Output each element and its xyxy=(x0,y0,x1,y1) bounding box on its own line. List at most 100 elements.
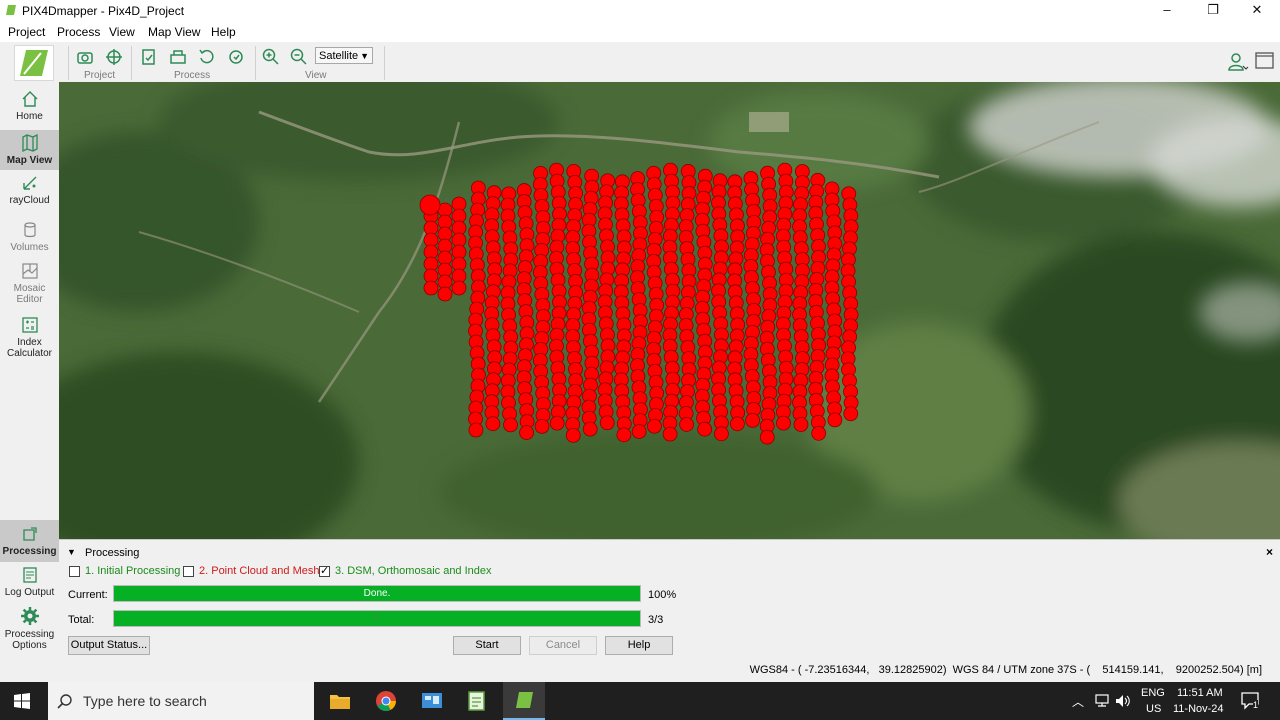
mosaic-editor-icon xyxy=(21,263,38,279)
volume-icon[interactable] xyxy=(1115,694,1131,708)
region-indicator[interactable]: US xyxy=(1146,703,1161,715)
camera-position-point[interactable] xyxy=(662,426,678,442)
sidebar-item-label: Log Output xyxy=(4,587,55,598)
cancel-button[interactable]: Cancel xyxy=(529,636,597,655)
step-3-label[interactable]: 3. DSM, Orthomosaic and Index xyxy=(335,565,492,577)
menu-bar: Project Process View Map View Help xyxy=(0,22,1280,42)
notepad-icon[interactable] xyxy=(466,690,488,712)
toolbar-group-project: Project xyxy=(84,70,116,81)
camera-position-point[interactable] xyxy=(419,194,441,216)
menu-map-view[interactable]: Map View xyxy=(148,25,200,39)
sidebar-item-processing-options[interactable]: Processing Options xyxy=(0,606,59,654)
language-indicator[interactable]: ENG xyxy=(1141,687,1165,699)
sidebar-item-mosaic-editor[interactable]: Mosaic Editor xyxy=(0,262,59,308)
menu-view[interactable]: View xyxy=(109,25,135,39)
camera-position-point[interactable] xyxy=(599,415,615,431)
sidebar-item-log-output[interactable]: Log Output xyxy=(0,566,59,602)
step-2-label[interactable]: 2. Point Cloud and Mesh xyxy=(199,565,319,577)
clock-time[interactable]: 11:51 AM xyxy=(1177,687,1223,699)
output-status-button[interactable]: Output Status... xyxy=(68,636,150,655)
close-panel-button[interactable]: × xyxy=(1266,545,1273,559)
camera-position-point[interactable] xyxy=(423,280,439,296)
menu-help[interactable]: Help xyxy=(211,25,236,39)
camera-position-point[interactable] xyxy=(729,416,745,432)
camera-position-point[interactable] xyxy=(843,406,859,422)
camera-position-point[interactable] xyxy=(776,415,791,431)
sidebar-item-volumes[interactable]: Volumes xyxy=(0,221,59,257)
process-options-icon[interactable] xyxy=(226,47,246,67)
zoom-out-icon[interactable] xyxy=(289,47,309,67)
camera-position-point[interactable] xyxy=(616,427,632,443)
camera-position-point[interactable] xyxy=(534,418,550,434)
control-panel-icon[interactable] xyxy=(421,691,443,711)
toolbar-separator xyxy=(255,46,256,80)
start-button[interactable]: Start xyxy=(453,636,521,655)
camera-position-point[interactable] xyxy=(793,417,809,432)
taskbar-search-box[interactable]: Type here to search xyxy=(48,682,314,720)
camera-position-point[interactable] xyxy=(582,421,598,437)
satellite-map[interactable] xyxy=(59,82,1280,539)
camera-position-point[interactable] xyxy=(647,418,662,434)
camera-position-point[interactable] xyxy=(519,425,535,440)
total-progress-text: 3. xyxy=(372,613,382,624)
processing-panel: ▼ Processing × 1. Initial Processing 2. … xyxy=(59,539,1280,660)
step-3-checkbox[interactable] xyxy=(319,564,330,577)
camera-position-point[interactable] xyxy=(451,280,467,296)
map-layer-value: Satellite xyxy=(319,50,359,62)
camera-position-point[interactable] xyxy=(697,421,713,437)
user-account-icon[interactable] xyxy=(1227,52,1249,72)
file-explorer-icon[interactable] xyxy=(329,691,351,711)
camera-position-point[interactable] xyxy=(759,429,775,445)
network-icon[interactable] xyxy=(1094,694,1110,708)
chevron-down-icon: ▼ xyxy=(360,51,369,61)
camera-position-point[interactable] xyxy=(745,412,761,428)
pix4d-logo-button[interactable] xyxy=(14,45,54,81)
camera-position-point[interactable] xyxy=(827,412,843,428)
camera-position-point[interactable] xyxy=(549,415,565,431)
close-window-button[interactable]: ✕ xyxy=(1234,0,1280,22)
panel-layout-icon[interactable] xyxy=(1255,52,1275,70)
sidebar-item-index-calculator[interactable]: Index Calculator xyxy=(0,316,59,362)
sidebar-item-label: Home xyxy=(16,111,43,122)
sidebar-item-label: Index xyxy=(17,337,42,348)
process-rerun-icon[interactable] xyxy=(197,47,217,67)
camera-position-point[interactable] xyxy=(631,424,647,439)
process-open-icon[interactable] xyxy=(168,47,188,67)
camera-position-point[interactable] xyxy=(811,425,827,441)
step-1-checkbox[interactable] xyxy=(69,566,80,577)
sidebar-item-label: Editor xyxy=(16,294,43,305)
map-layer-select[interactable]: Satellite ▼ xyxy=(315,47,373,64)
step-2-checkbox[interactable] xyxy=(183,566,194,577)
camera-position-point[interactable] xyxy=(485,416,501,432)
chevron-up-icon[interactable]: ︿ xyxy=(1072,693,1084,710)
status-bar: WGS84 - ( -7.23516344, 39.12825902) WGS … xyxy=(59,659,1280,682)
clearing xyxy=(749,112,789,132)
sidebar-item-raycloud[interactable]: rayCloud xyxy=(0,174,59,210)
camera-position-point[interactable] xyxy=(503,417,518,433)
zoom-in-icon[interactable] xyxy=(261,47,281,67)
process-check-icon[interactable] xyxy=(139,47,159,67)
camera-position-point[interactable] xyxy=(468,422,484,438)
menu-project[interactable]: Project xyxy=(8,25,45,39)
project-icon[interactable] xyxy=(75,47,95,67)
help-button[interactable]: Help xyxy=(605,636,673,655)
clock-date[interactable]: 11-Nov-24 xyxy=(1173,703,1224,715)
chrome-icon[interactable] xyxy=(375,690,397,712)
sidebar-item-processing[interactable]: Processing xyxy=(0,520,59,562)
collapse-triangle-icon[interactable]: ▼ xyxy=(67,547,76,557)
menu-process[interactable]: Process xyxy=(57,25,100,39)
restore-button[interactable]: ❐ xyxy=(1190,0,1236,22)
gcp-icon[interactable] xyxy=(104,47,124,67)
step-1-label[interactable]: 1. Initial Processing xyxy=(85,565,180,577)
map-view[interactable] xyxy=(59,82,1280,539)
sidebar-item-home[interactable]: Home xyxy=(0,90,59,128)
windows-start-icon[interactable] xyxy=(14,693,30,709)
camera-position-point[interactable] xyxy=(714,426,729,442)
minimize-button[interactable]: – xyxy=(1144,0,1190,22)
sidebar-item-map-view[interactable]: Map View xyxy=(0,130,59,170)
pix4d-app-icon xyxy=(6,5,16,15)
camera-position-point[interactable] xyxy=(679,417,695,432)
pix4d-taskbar-button[interactable] xyxy=(503,682,545,720)
camera-position-point[interactable] xyxy=(565,427,581,443)
camera-position-point[interactable] xyxy=(437,286,453,302)
